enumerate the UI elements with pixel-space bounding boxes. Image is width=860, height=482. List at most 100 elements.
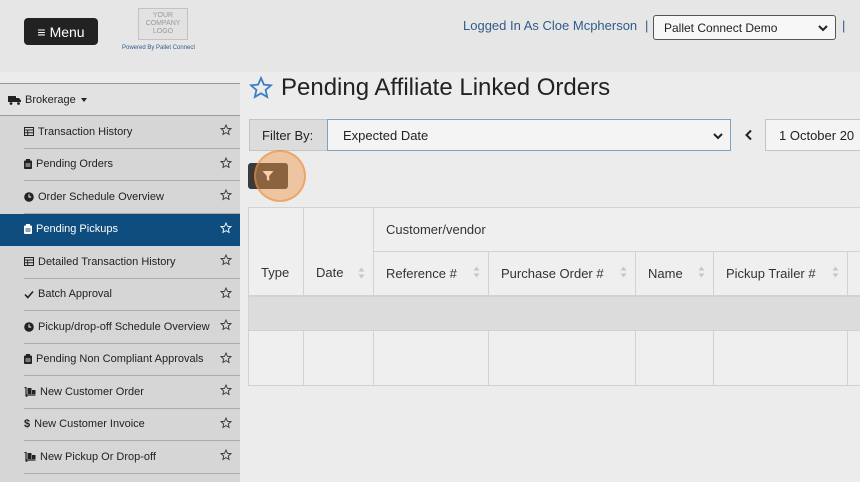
company-logo: YOUR COMPANY LOGO xyxy=(138,8,188,40)
dolly-icon xyxy=(24,451,36,462)
column-header-date[interactable]: Date xyxy=(303,207,374,296)
table-cell xyxy=(713,330,848,386)
table-row-group xyxy=(248,296,860,331)
star-outline-icon[interactable] xyxy=(220,449,232,461)
sort-icon xyxy=(473,266,480,278)
sidebar-section-label: Brokerage xyxy=(25,93,76,106)
star-outline-icon[interactable] xyxy=(220,189,232,201)
dolly-icon xyxy=(24,386,36,397)
dollar-icon: $ xyxy=(24,418,31,431)
truck-icon xyxy=(8,95,21,105)
logo-line-1: YOUR xyxy=(152,12,174,19)
filter-icon xyxy=(262,171,274,181)
top-header: ≡ Menu YOUR COMPANY LOGO Powered By Pall… xyxy=(0,0,860,72)
clipboard-icon xyxy=(24,224,32,235)
sidebar-item-label: Pending Non Compliant Approvals xyxy=(36,353,204,366)
clock-icon xyxy=(24,191,34,202)
star-outline-icon[interactable] xyxy=(220,351,232,364)
date-range-field[interactable]: 1 October 20 xyxy=(765,119,860,151)
chevron-down-icon xyxy=(818,25,828,32)
sidebar: Brokerage Transaction History Pending Or… xyxy=(0,83,240,482)
sidebar-item-label: Pending Orders xyxy=(36,158,114,171)
sidebar-item-transaction-history[interactable]: Transaction History xyxy=(24,116,240,149)
star-outline-icon[interactable] xyxy=(220,156,232,169)
logo-line-3: LOGO xyxy=(152,28,174,35)
table-cell xyxy=(248,330,304,386)
sort-icon xyxy=(832,266,839,278)
sidebar-item-pending-non-compliant-approvals[interactable]: Pending Non Compliant Approvals xyxy=(24,344,240,376)
column-header-label: Pickup Trailer # xyxy=(726,266,816,281)
sidebar-item-label: Pickup/drop-off Schedule Overview xyxy=(38,320,210,333)
column-header-reference[interactable]: Reference # xyxy=(373,251,489,296)
table-cell xyxy=(303,330,374,386)
sidebar-item-label: New Pickup Or Drop-off xyxy=(40,450,156,463)
filter-by-select-value: Expected Date xyxy=(343,127,429,143)
account-select-value: Pallet Connect Demo xyxy=(664,20,778,35)
sidebar-item-order-schedule-overview[interactable]: Order Schedule Overview xyxy=(24,181,240,214)
star-outline-icon[interactable] xyxy=(220,254,232,266)
sidebar-item-pickup-dropoff-schedule-overview[interactable]: Pickup/drop-off Schedule Overview xyxy=(24,311,240,344)
sidebar-item-label: Detailed Transaction History xyxy=(38,255,176,268)
filter-button[interactable] xyxy=(248,163,288,189)
table-icon xyxy=(24,127,34,137)
star-outline-icon[interactable] xyxy=(220,319,232,331)
date-range-value: 1 October 20 xyxy=(779,127,855,143)
account-select[interactable]: Pallet Connect Demo xyxy=(653,15,836,40)
check-icon xyxy=(24,290,34,299)
column-header-type[interactable]: Type xyxy=(248,207,304,296)
column-header-label: Type xyxy=(261,265,290,280)
table-cell xyxy=(635,330,714,386)
sidebar-item-new-customer-order[interactable]: New Customer Order xyxy=(24,376,240,409)
hamburger-icon: ≡ xyxy=(37,23,46,40)
favorite-star-icon[interactable] xyxy=(249,76,273,100)
sidebar-item-new-pickup-or-dropoff[interactable]: New Pickup Or Drop-off xyxy=(24,441,240,474)
filter-by-select[interactable]: Expected Date xyxy=(327,119,731,151)
table-cell xyxy=(373,330,489,386)
table-cell xyxy=(847,330,860,386)
sidebar-item-detailed-transaction-history[interactable]: Detailed Transaction History xyxy=(24,246,240,279)
column-group-label: Customer/vendor xyxy=(386,222,486,237)
sidebar-item-label: Batch Approval xyxy=(38,288,112,301)
previous-date-button[interactable] xyxy=(737,119,761,151)
filter-by-label: Filter By: xyxy=(249,119,327,151)
column-header-label: Purchase Order # xyxy=(501,266,604,281)
sidebar-item-label: Pending Pickups xyxy=(36,223,118,236)
sidebar-section-brokerage[interactable]: Brokerage xyxy=(0,84,240,116)
clipboard-icon xyxy=(24,354,32,365)
star-outline-icon[interactable] xyxy=(220,384,232,396)
caret-down-icon xyxy=(80,97,87,102)
star-outline-icon[interactable] xyxy=(220,124,232,136)
sidebar-item-new-customer-invoice[interactable]: $ New Customer Invoice xyxy=(24,409,240,441)
table-icon xyxy=(24,257,34,267)
orders-table: Type Date Customer/vendor Reference # Pu… xyxy=(248,207,860,386)
page-title: Pending Affiliate Linked Orders xyxy=(281,74,611,101)
header-separator: | xyxy=(645,18,649,33)
clipboard-icon xyxy=(24,159,32,170)
sidebar-item-label: Order Schedule Overview xyxy=(38,190,164,203)
sidebar-item-batch-approval[interactable]: Batch Approval xyxy=(24,279,240,311)
column-header-more[interactable] xyxy=(847,251,860,296)
column-header-label: Date xyxy=(316,265,344,280)
column-header-purchase-order[interactable]: Purchase Order # xyxy=(488,251,636,296)
column-header-label: Name xyxy=(648,266,683,281)
logged-in-link[interactable]: Logged In As Cloe Mcpherson xyxy=(463,18,637,33)
sidebar-item-label: Transaction History xyxy=(38,125,133,138)
sidebar-item-label: New Customer Invoice xyxy=(34,418,145,431)
star-outline-icon[interactable] xyxy=(220,416,232,429)
header-separator-2: | xyxy=(842,18,846,33)
star-outline-icon[interactable] xyxy=(220,286,232,299)
column-header-pickup-trailer[interactable]: Pickup Trailer # xyxy=(713,251,848,296)
sort-icon xyxy=(358,267,365,279)
column-header-name[interactable]: Name xyxy=(635,251,714,296)
chevron-left-icon xyxy=(745,129,752,141)
clock-icon xyxy=(24,321,34,332)
star-outline-icon[interactable] xyxy=(220,221,232,234)
chevron-down-icon xyxy=(713,133,723,140)
column-group-customer-vendor: Customer/vendor xyxy=(373,207,860,252)
menu-button[interactable]: ≡ Menu xyxy=(24,18,98,45)
sidebar-item-pending-orders[interactable]: Pending Orders xyxy=(24,149,240,181)
logo-line-2: COMPANY xyxy=(145,20,181,27)
menu-button-label: Menu xyxy=(49,23,85,40)
sidebar-item-pending-pickups[interactable]: Pending Pickups xyxy=(0,213,240,246)
sidebar-item-label: New Customer Order xyxy=(40,385,144,398)
